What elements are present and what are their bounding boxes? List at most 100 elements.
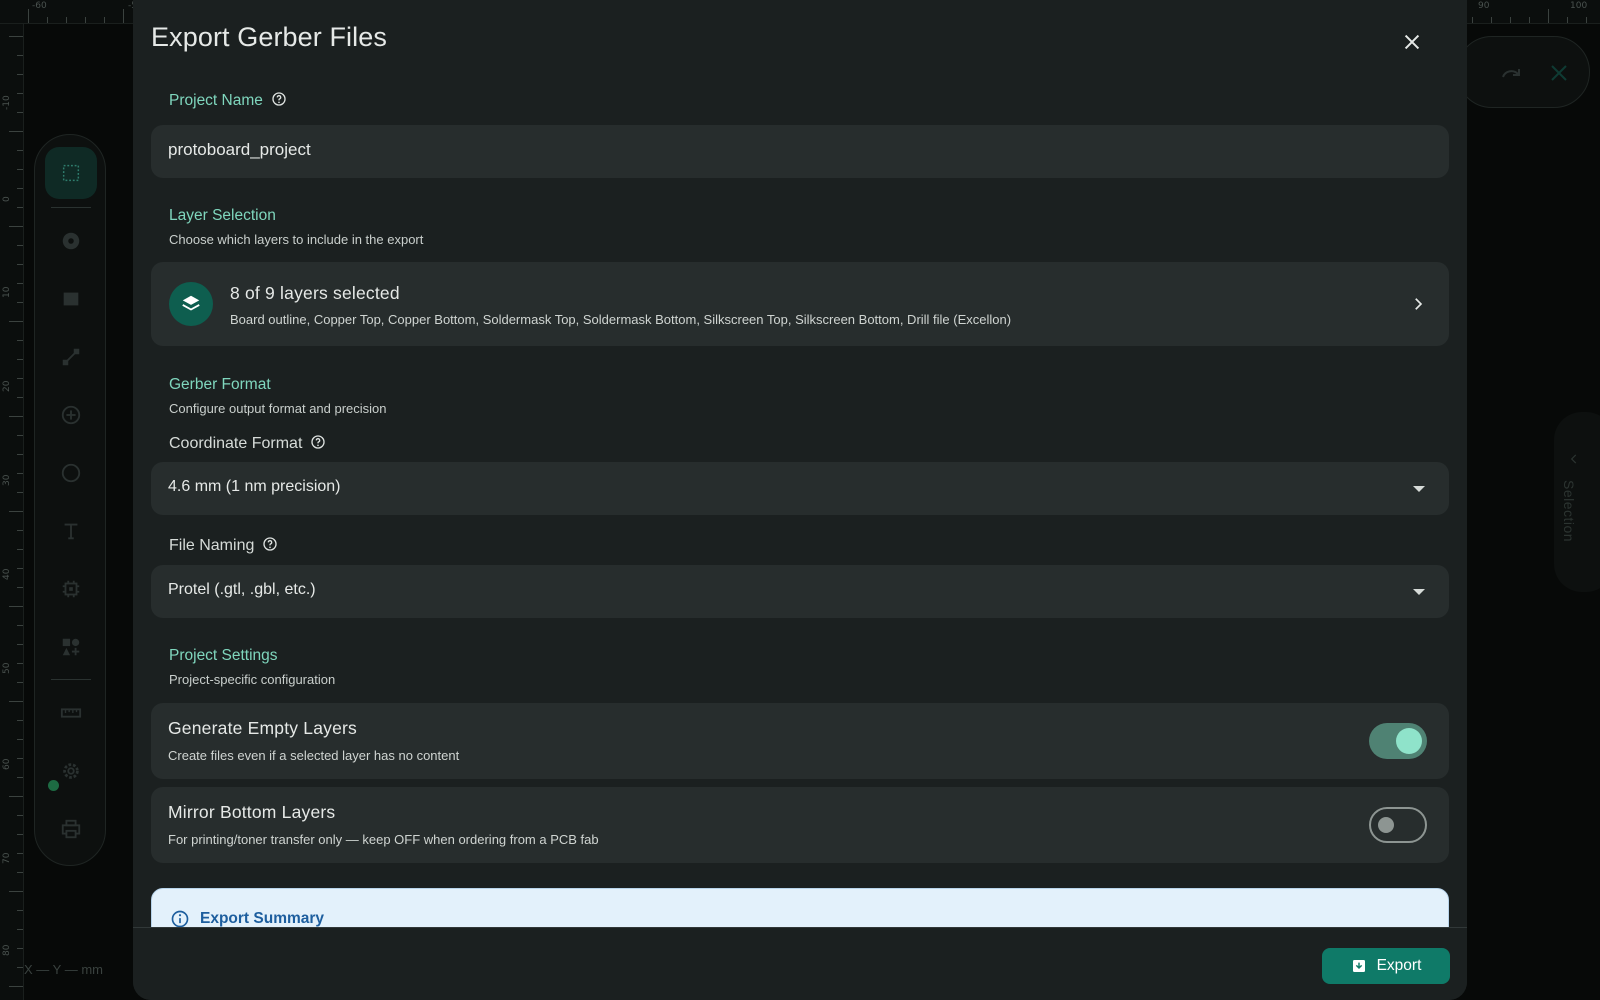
close-icon [1404, 34, 1420, 50]
ruler-tick [28, 9, 29, 23]
text-tool[interactable] [45, 505, 97, 557]
ruler-tick [17, 435, 23, 436]
ruler-tick [17, 739, 23, 740]
ruler-tick [85, 17, 86, 23]
via-tool[interactable] [45, 389, 97, 441]
layer-count: 8 of 9 layers selected [230, 283, 400, 303]
ruler-tick [17, 454, 23, 455]
archive-icon [1352, 960, 1365, 972]
shapes-tool[interactable] [45, 621, 97, 673]
file-naming-value: Protel (.gtl, .gbl, etc.) [168, 581, 316, 598]
project-settings-subtitle: Project-specific configuration [169, 672, 336, 687]
dropdown-arrow-icon [1413, 589, 1425, 595]
ruler-tick [17, 587, 23, 588]
ruler-tick [17, 283, 23, 284]
ruler-tick [9, 796, 23, 797]
ruler-label: 80 [2, 944, 12, 956]
tool-palette [34, 134, 106, 866]
left-ruler: -10 0 10 20 30 40 50 60 70 80 [0, 24, 24, 1000]
layer-selection-card[interactable]: 8 of 9 layers selected Board outline, Co… [151, 262, 1449, 346]
ruler-tick [17, 910, 23, 911]
select-icon [62, 164, 80, 182]
ruler-tick [17, 967, 23, 968]
help-icon[interactable] [271, 91, 287, 107]
history-controls [1456, 36, 1590, 108]
selected-layers-list: Board outline, Copper Top, Copper Bottom… [230, 312, 1012, 327]
layer-selection-title: Layer Selection [169, 207, 276, 224]
ruler-tick [66, 17, 67, 23]
ruler-tick [17, 245, 23, 246]
gerber-format-subtitle: Configure output format and precision [169, 401, 387, 416]
ruler-tick [17, 55, 23, 56]
chevron-left-icon [1570, 454, 1577, 464]
gerber-format-title: Gerber Format [169, 376, 271, 393]
ruler-tick [17, 93, 23, 94]
text-icon [64, 523, 78, 540]
ruler-tick [9, 606, 23, 607]
close-icon[interactable] [1547, 61, 1571, 85]
ruler-tick [104, 17, 105, 23]
ruler-tick [17, 644, 23, 645]
shapes-icon [62, 638, 80, 656]
dialog-title: Export Gerber Files [151, 22, 387, 52]
ruler-tick [17, 378, 23, 379]
select-tool[interactable] [45, 147, 97, 199]
project-name-label-text: Project Name [169, 92, 263, 109]
status-indicator [48, 780, 59, 791]
mirror-bottom-layers-row: Mirror Bottom Layers For printing/toner … [151, 787, 1449, 863]
redo-icon[interactable] [1499, 61, 1523, 85]
layer-selection-subtitle: Choose which layers to include in the ex… [169, 232, 424, 247]
generate-empty-layers-row: Generate Empty Layers Create files even … [151, 703, 1449, 779]
coordinate-format-value: 4.6 mm (1 nm precision) [168, 478, 341, 495]
project-name-input[interactable]: protoboard_project [151, 125, 1449, 178]
close-button[interactable] [1394, 24, 1430, 60]
generate-empty-layers-toggle[interactable] [1369, 723, 1427, 759]
ruler-tick [17, 150, 23, 151]
ruler-tick [9, 891, 23, 892]
ruler-label: 40 [2, 568, 12, 580]
help-icon[interactable] [262, 536, 278, 552]
ruler-tick [47, 17, 48, 23]
export-button[interactable]: Export [1322, 948, 1450, 984]
ruler-label: 60 [2, 758, 12, 770]
ruler-tick [17, 929, 23, 930]
ruler-tick [9, 226, 23, 227]
ruler-tick [9, 416, 23, 417]
ruler-icon [60, 708, 82, 718]
ruler-tick [17, 549, 23, 550]
pad-tool[interactable] [45, 215, 97, 267]
tool-divider [51, 207, 91, 208]
coordinate-format-select[interactable]: 4.6 mm (1 nm precision) [151, 462, 1449, 515]
project-name-label: Project Name [169, 91, 287, 110]
trace-tool[interactable] [45, 331, 97, 383]
ruler-tick [17, 872, 23, 873]
ruler-tick [123, 9, 124, 23]
ruler-tick [9, 986, 23, 987]
ruler-label: 70 [2, 852, 12, 864]
ruler-tick [9, 701, 23, 702]
circle-icon [61, 463, 81, 483]
file-naming-select[interactable]: Protel (.gtl, .gbl, etc.) [151, 565, 1449, 618]
ruler-tick [17, 188, 23, 189]
ruler-tick [17, 568, 23, 569]
dropdown-arrow-icon [1413, 486, 1425, 492]
mirror-bottom-layers-toggle[interactable] [1369, 807, 1427, 843]
measure-tool[interactable] [45, 687, 97, 739]
component-tool[interactable] [45, 563, 97, 615]
toggle-knob [1396, 728, 1422, 754]
ruler-label: 100 [1570, 1, 1588, 11]
ruler-tick [17, 74, 23, 75]
ruler-tick [17, 530, 23, 531]
project-name-value: protoboard_project [168, 140, 311, 159]
ruler-tick [9, 511, 23, 512]
help-icon[interactable] [310, 434, 326, 450]
ruler-tick [17, 948, 23, 949]
rect-tool[interactable] [45, 273, 97, 325]
ruler-label: 90 [1478, 1, 1490, 11]
layers-icon-badge [169, 282, 213, 326]
coordinate-format-label-text: Coordinate Format [169, 435, 303, 452]
print-icon [61, 819, 81, 839]
print-tool[interactable] [45, 803, 97, 855]
circle-tool[interactable] [45, 447, 97, 499]
ruler-tick [17, 264, 23, 265]
